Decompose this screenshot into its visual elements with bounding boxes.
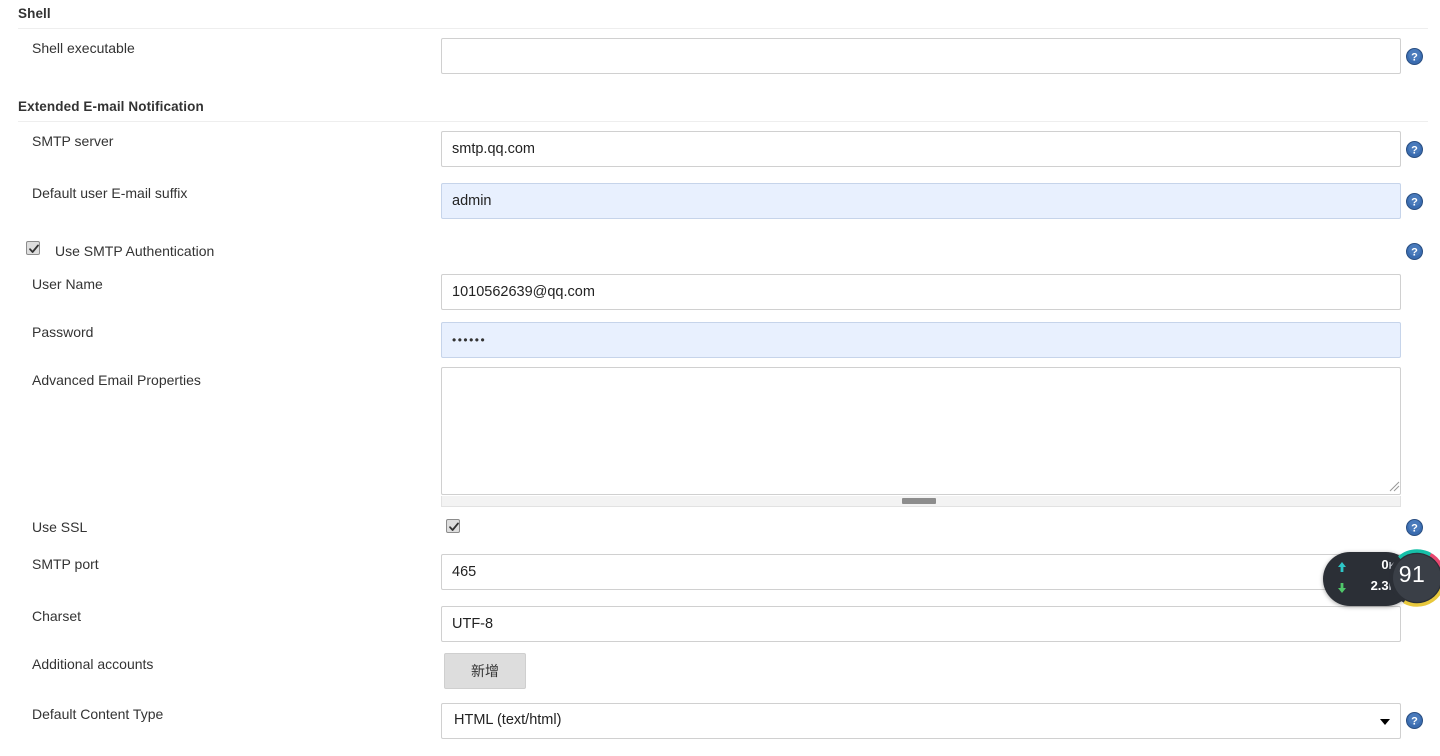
charset-input[interactable] <box>441 606 1401 642</box>
chevron-down-icon[interactable] <box>1380 719 1390 725</box>
use-ssl-checkbox[interactable] <box>446 519 460 533</box>
download-arrow-icon <box>1337 581 1347 599</box>
label-password: Password <box>32 324 94 340</box>
label-user-name: User Name <box>32 276 103 292</box>
textarea-horizontal-scrollbar[interactable] <box>441 496 1401 507</box>
scrollbar-thumb[interactable] <box>902 498 936 504</box>
label-use-ssl: Use SSL <box>32 519 88 535</box>
default-content-type-select[interactable]: HTML (text/html) <box>441 703 1401 739</box>
label-smtp-server: SMTP server <box>32 133 114 149</box>
help-icon[interactable]: ? <box>1406 193 1423 210</box>
advanced-email-properties-textarea[interactable] <box>441 367 1401 495</box>
label-smtp-port: SMTP port <box>32 556 99 572</box>
shell-executable-input[interactable] <box>441 38 1401 74</box>
label-advanced-email-properties: Advanced Email Properties <box>32 372 201 388</box>
svg-text:?: ? <box>1411 716 1418 728</box>
section-divider-shell <box>18 28 1428 29</box>
help-icon[interactable]: ? <box>1406 519 1423 536</box>
upload-arrow-icon <box>1337 560 1347 578</box>
performance-gauge-widget[interactable]: 91 <box>1386 547 1440 609</box>
section-header-extended-email-notification: Extended E-mail Notification <box>18 99 204 114</box>
gauge-value: 91 <box>1398 561 1426 587</box>
check-icon <box>449 522 459 531</box>
help-icon[interactable]: ? <box>1406 48 1423 65</box>
password-input[interactable] <box>441 322 1401 358</box>
smtp-server-input[interactable] <box>441 131 1401 167</box>
settings-page: Shell Shell executable ? Extended E-mail… <box>0 0 1440 756</box>
label-charset: Charset <box>32 608 82 624</box>
help-icon[interactable]: ? <box>1406 243 1423 260</box>
label-shell-executable: Shell executable <box>32 40 135 56</box>
svg-text:?: ? <box>1411 197 1418 209</box>
use-smtp-authentication-checkbox[interactable] <box>26 241 40 255</box>
default-user-email-suffix-input[interactable] <box>441 183 1401 219</box>
svg-text:?: ? <box>1411 523 1418 535</box>
user-name-input[interactable] <box>441 274 1401 310</box>
svg-text:?: ? <box>1411 247 1418 259</box>
check-icon <box>29 244 39 253</box>
label-default-content-type: Default Content Type <box>32 706 164 722</box>
section-divider-email <box>18 121 1428 122</box>
svg-text:?: ? <box>1411 145 1418 157</box>
smtp-port-input[interactable] <box>441 554 1401 590</box>
add-account-button[interactable]: 新增 <box>444 653 526 689</box>
label-default-user-email-suffix: Default user E-mail suffix <box>32 185 188 201</box>
help-icon[interactable]: ? <box>1406 712 1423 729</box>
section-header-shell: Shell <box>18 6 51 21</box>
help-icon[interactable]: ? <box>1406 141 1423 158</box>
default-content-type-selected-value: HTML (text/html) <box>454 712 562 728</box>
label-additional-accounts: Additional accounts <box>32 656 154 672</box>
svg-text:?: ? <box>1411 52 1418 64</box>
label-use-smtp-authentication: Use SMTP Authentication <box>55 243 215 259</box>
